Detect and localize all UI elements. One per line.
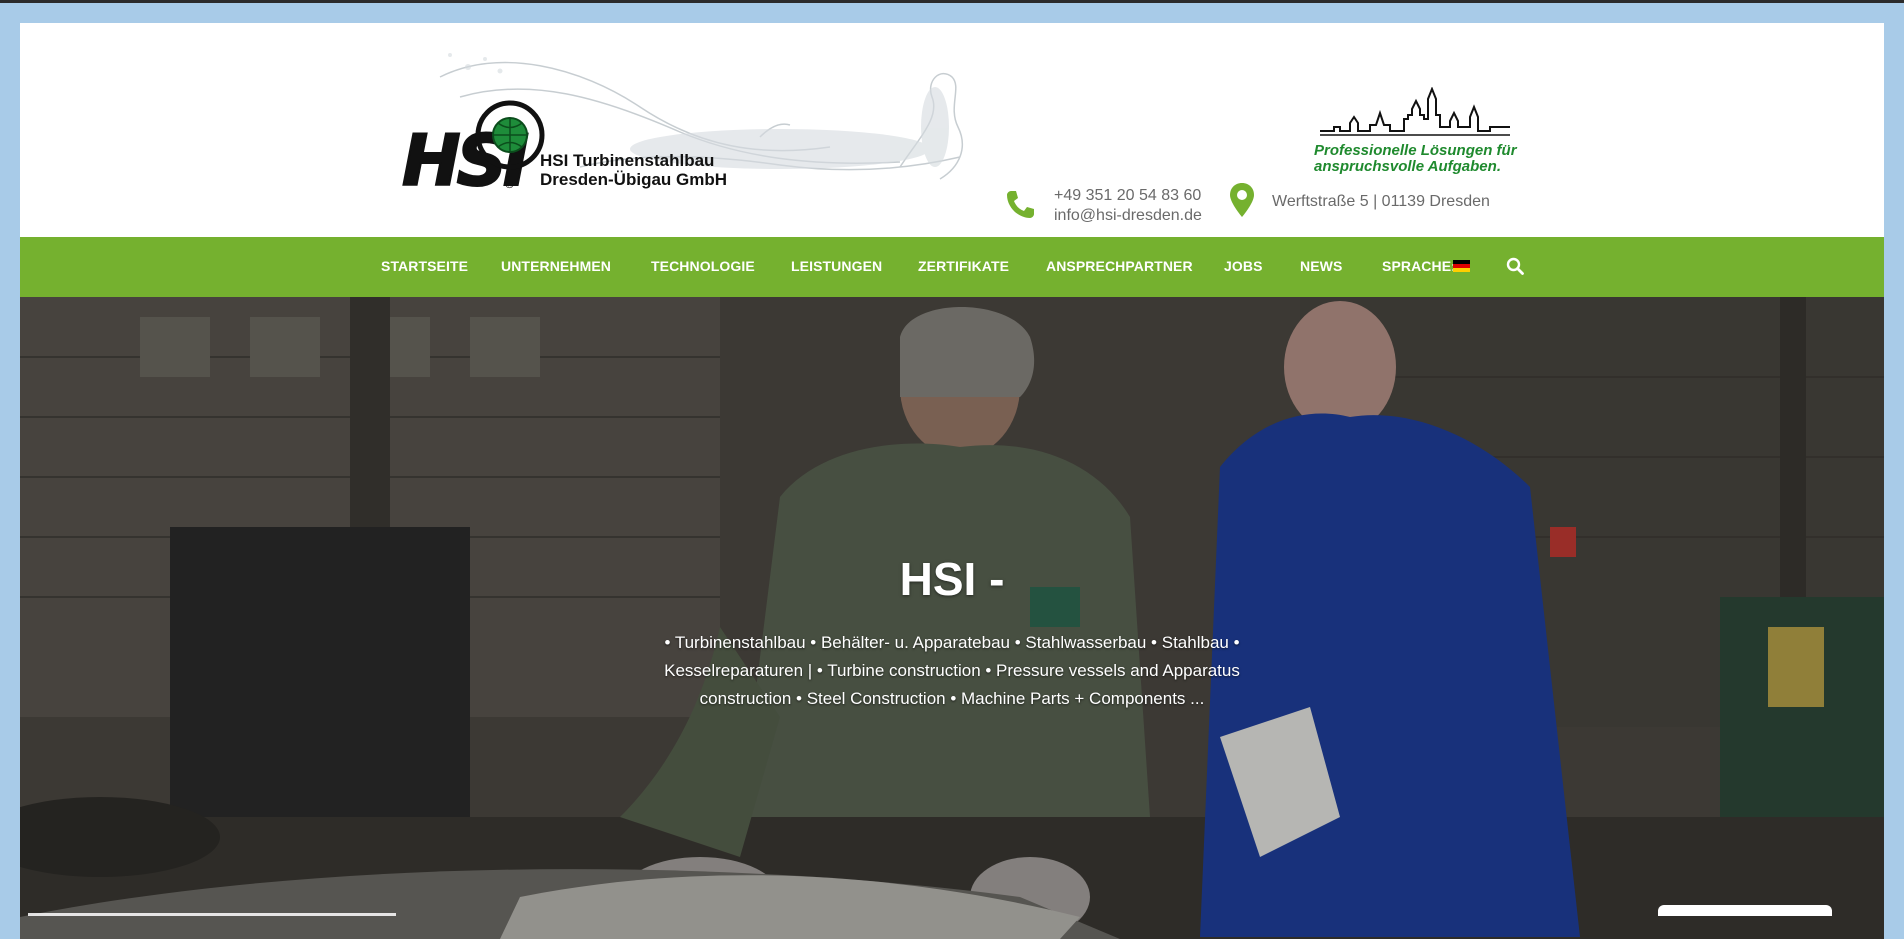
hero-subtitle: • Turbinenstahlbau • Behälter- u. Appara… bbox=[642, 629, 1262, 713]
scroll-tab[interactable] bbox=[1658, 905, 1832, 916]
registered-mark: ® bbox=[504, 178, 515, 191]
dresden-skyline-icon bbox=[1320, 87, 1510, 136]
slogan-line-1: Professionelle Lösungen für bbox=[1314, 142, 1517, 159]
map-pin-icon bbox=[1230, 183, 1254, 217]
phone-number[interactable]: +49 351 20 54 83 60 bbox=[1054, 186, 1202, 206]
nav-item-sprache[interactable]: SPRACHE: bbox=[1382, 258, 1456, 274]
nav-item-unternehmen[interactable]: UNTERNEHMEN bbox=[501, 258, 611, 274]
nav-item-technologie[interactable]: TECHNOLOGIE bbox=[651, 258, 755, 274]
logo-company-line2: Dresden-Übigau GmbH bbox=[540, 170, 728, 189]
email-link[interactable]: info@hsi-dresden.de bbox=[1054, 206, 1202, 226]
browser-top-edge bbox=[0, 0, 1904, 3]
hero-slider[interactable]: HSI - • Turbinenstahlbau • Behälter- u. … bbox=[20, 297, 1884, 939]
nav-item-leistungen[interactable]: LEISTUNGEN bbox=[791, 258, 882, 274]
slider-progress-bar bbox=[28, 913, 396, 916]
hero-title: HSI - bbox=[899, 553, 1005, 605]
nav-item-startseite[interactable]: STARTSEITE bbox=[381, 258, 468, 274]
hero-dark-overlay bbox=[20, 297, 1884, 939]
nav-item-news[interactable]: NEWS bbox=[1300, 258, 1342, 274]
contact-address: Werftstraße 5 | 01139 Dresden bbox=[1272, 193, 1490, 210]
company-logo[interactable]: HSI HSI ® HSI Turbinenstahlbau Dresden-Ü… bbox=[380, 37, 980, 203]
nav-item-zertifikate[interactable]: ZERTIFIKATE bbox=[918, 258, 1009, 274]
phone-icon bbox=[1007, 191, 1034, 218]
logo-company-line1: HSI Turbinenstahlbau bbox=[540, 151, 715, 170]
slogan-line-2: anspruchsvolle Aufgaben. bbox=[1314, 158, 1501, 175]
hero-subtitle-line-1: • Turbinenstahlbau • Behälter- u. Appara… bbox=[664, 633, 1240, 652]
nav-item-jobs[interactable]: JOBS bbox=[1224, 258, 1263, 274]
search-icon[interactable] bbox=[1506, 257, 1524, 275]
hero-subtitle-line-2: Kesselreparaturen | • Turbine constructi… bbox=[664, 661, 1240, 680]
company-slogan: Professionelle Lösungen für anspruchsvol… bbox=[1314, 143, 1574, 175]
site-header: HSI HSI ® HSI Turbinenstahlbau Dresden-Ü… bbox=[20, 23, 1884, 237]
page-frame: HSI HSI ® HSI Turbinenstahlbau Dresden-Ü… bbox=[20, 23, 1884, 939]
nav-item-ansprechpartner[interactable]: ANSPRECHPARTNER bbox=[1046, 258, 1193, 274]
contact-phone-block: +49 351 20 54 83 60 info@hsi-dresden.de bbox=[1054, 186, 1202, 226]
flag-de-icon[interactable] bbox=[1453, 260, 1470, 272]
main-navigation: STARTSEITE UNTERNEHMEN TECHNOLOGIE LEIST… bbox=[20, 237, 1884, 297]
hero-subtitle-line-3: construction • Steel Construction • Mach… bbox=[699, 689, 1205, 708]
